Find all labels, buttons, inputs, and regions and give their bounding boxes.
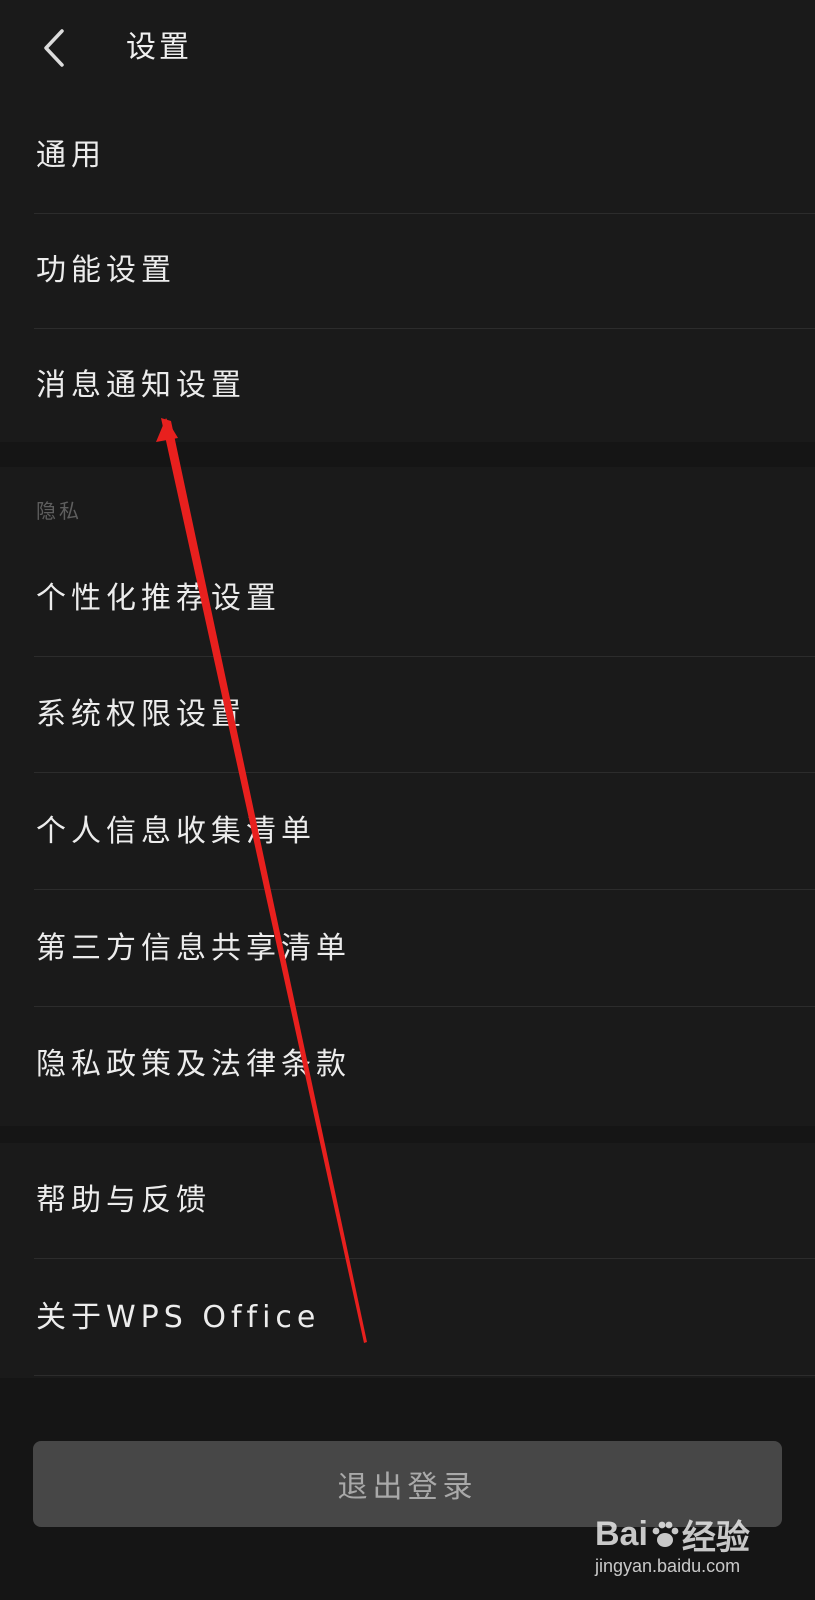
- logout-label: 退出登录: [337, 1470, 478, 1505]
- settings-item-label: 第三方信息共享清单: [36, 931, 351, 966]
- settings-item-personal-info-list[interactable]: 个人信息收集清单: [34, 774, 815, 890]
- privacy-section: 隐私 个性化推荐设置 系统权限设置 个人信息收集清单 第三方信息共享清单 隐私政…: [0, 467, 815, 1126]
- settings-item-label: 消息通知设置: [36, 368, 246, 403]
- settings-item-label: 帮助与反馈: [36, 1183, 211, 1218]
- settings-item-label: 个人信息收集清单: [36, 814, 316, 849]
- chevron-left-icon: [44, 29, 64, 67]
- general-section: 通用 功能设置 消息通知设置: [0, 98, 815, 442]
- settings-screen: 设置 通用 功能设置 消息通知设置 隐私 个性化推荐设置 系统权限设置 个人信息…: [0, 0, 815, 1600]
- settings-item-features[interactable]: 功能设置: [34, 213, 815, 329]
- privacy-section-title: 隐私: [36, 499, 82, 523]
- watermark-url: jingyan.baidu.com: [595, 1556, 741, 1576]
- settings-item-label: 系统权限设置: [36, 697, 246, 732]
- back-button[interactable]: [30, 20, 78, 76]
- settings-item-label: 隐私政策及法律条款: [36, 1047, 351, 1082]
- settings-item-privacy-policy[interactable]: 隐私政策及法律条款: [34, 1007, 815, 1123]
- settings-item-system-permissions[interactable]: 系统权限设置: [34, 657, 815, 773]
- top-bar: 设置: [0, 0, 815, 98]
- settings-item-label: 通用: [36, 138, 106, 173]
- settings-item-third-party-sharing-list[interactable]: 第三方信息共享清单: [34, 891, 815, 1007]
- settings-item-help-feedback[interactable]: 帮助与反馈: [34, 1143, 815, 1259]
- settings-item-about[interactable]: 关于WPS Office: [34, 1260, 815, 1376]
- settings-item-label: 关于WPS Office: [36, 1300, 321, 1335]
- page-title: 设置: [126, 30, 192, 65]
- settings-item-notifications[interactable]: 消息通知设置: [34, 328, 815, 444]
- logout-button[interactable]: 退出登录: [33, 1441, 782, 1527]
- about-section: 帮助与反馈 关于WPS Office: [0, 1143, 815, 1378]
- settings-item-personalized-recommendation[interactable]: 个性化推荐设置: [34, 541, 815, 657]
- settings-item-label: 个性化推荐设置: [36, 581, 281, 616]
- settings-item-label: 功能设置: [36, 253, 176, 288]
- settings-item-general[interactable]: 通用: [34, 98, 815, 214]
